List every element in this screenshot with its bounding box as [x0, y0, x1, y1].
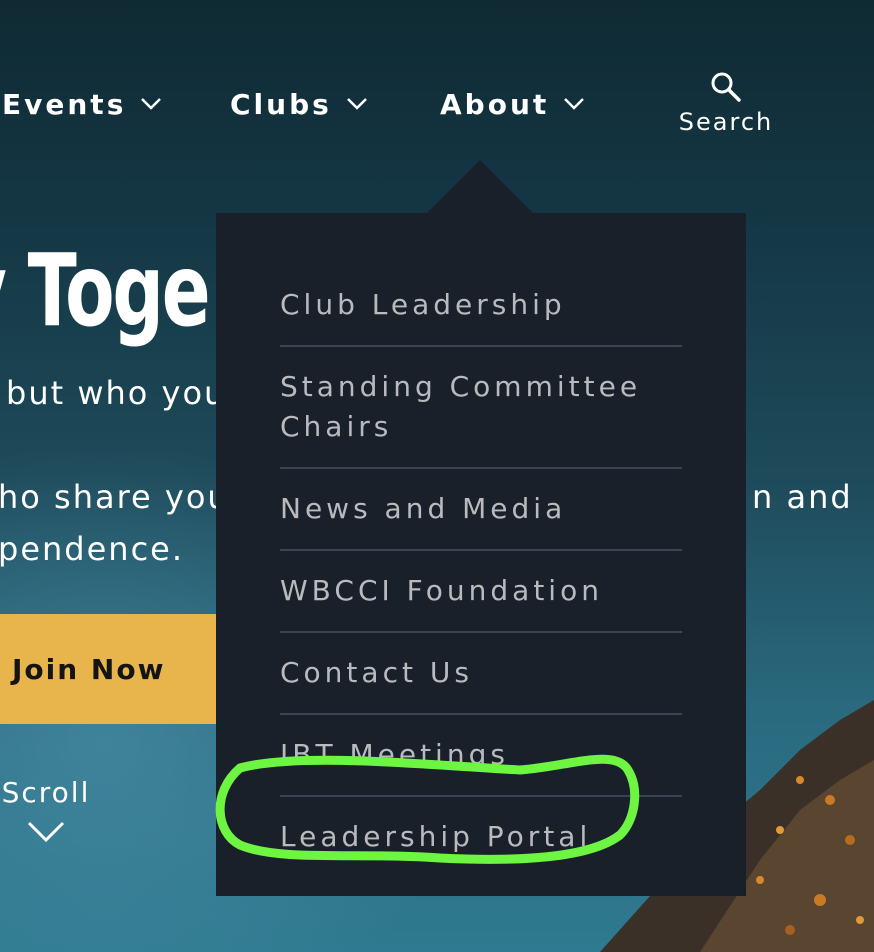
menu-item-ibt-meetings[interactable]: IBT Meetings [280, 715, 682, 797]
menu-item-leadership-portal[interactable]: Leadership Portal [280, 797, 682, 877]
hero-line-2: ho share you [0, 478, 230, 516]
search-button[interactable]: Search [676, 70, 776, 136]
menu-item-news-and-media[interactable]: News and Media [280, 469, 682, 551]
dropdown-pointer [426, 160, 534, 214]
menu-item-club-leadership[interactable]: Club Leadership [280, 265, 682, 347]
nav-about-label: About [440, 87, 550, 121]
join-now-button[interactable]: Join Now [0, 614, 230, 724]
search-label: Search [678, 108, 774, 136]
chevron-down-icon [564, 98, 585, 110]
nav-events[interactable]: Events [2, 84, 162, 124]
menu-item-wbcci-foundation[interactable]: WBCCI Foundation [280, 551, 682, 633]
about-dropdown-menu: Club Leadership Standing Committee Chair… [216, 213, 746, 896]
nav-events-label: Events [2, 87, 127, 121]
dropdown-list: Club Leadership Standing Committee Chair… [280, 265, 682, 877]
nav-clubs[interactable]: Clubs [230, 84, 368, 124]
hero-title: y Toge [0, 232, 211, 349]
hero-line-1: but who you [6, 374, 227, 412]
hero-line-3: pendence. [0, 530, 185, 568]
chevron-down-icon [346, 98, 367, 110]
scroll-button[interactable]: Scroll [0, 776, 92, 845]
chevron-down-icon [141, 98, 162, 110]
menu-item-standing-committee-chairs[interactable]: Standing Committee Chairs [280, 347, 682, 469]
join-now-label: Join Now [12, 652, 166, 686]
hero-line-2-right: n and [752, 478, 853, 516]
menu-item-contact-us[interactable]: Contact Us [280, 633, 682, 715]
nav-clubs-label: Clubs [230, 87, 332, 121]
nav-about[interactable]: About [440, 84, 585, 124]
search-icon [711, 72, 741, 102]
chevron-down-icon [27, 821, 65, 843]
scroll-label: Scroll [1, 776, 91, 809]
